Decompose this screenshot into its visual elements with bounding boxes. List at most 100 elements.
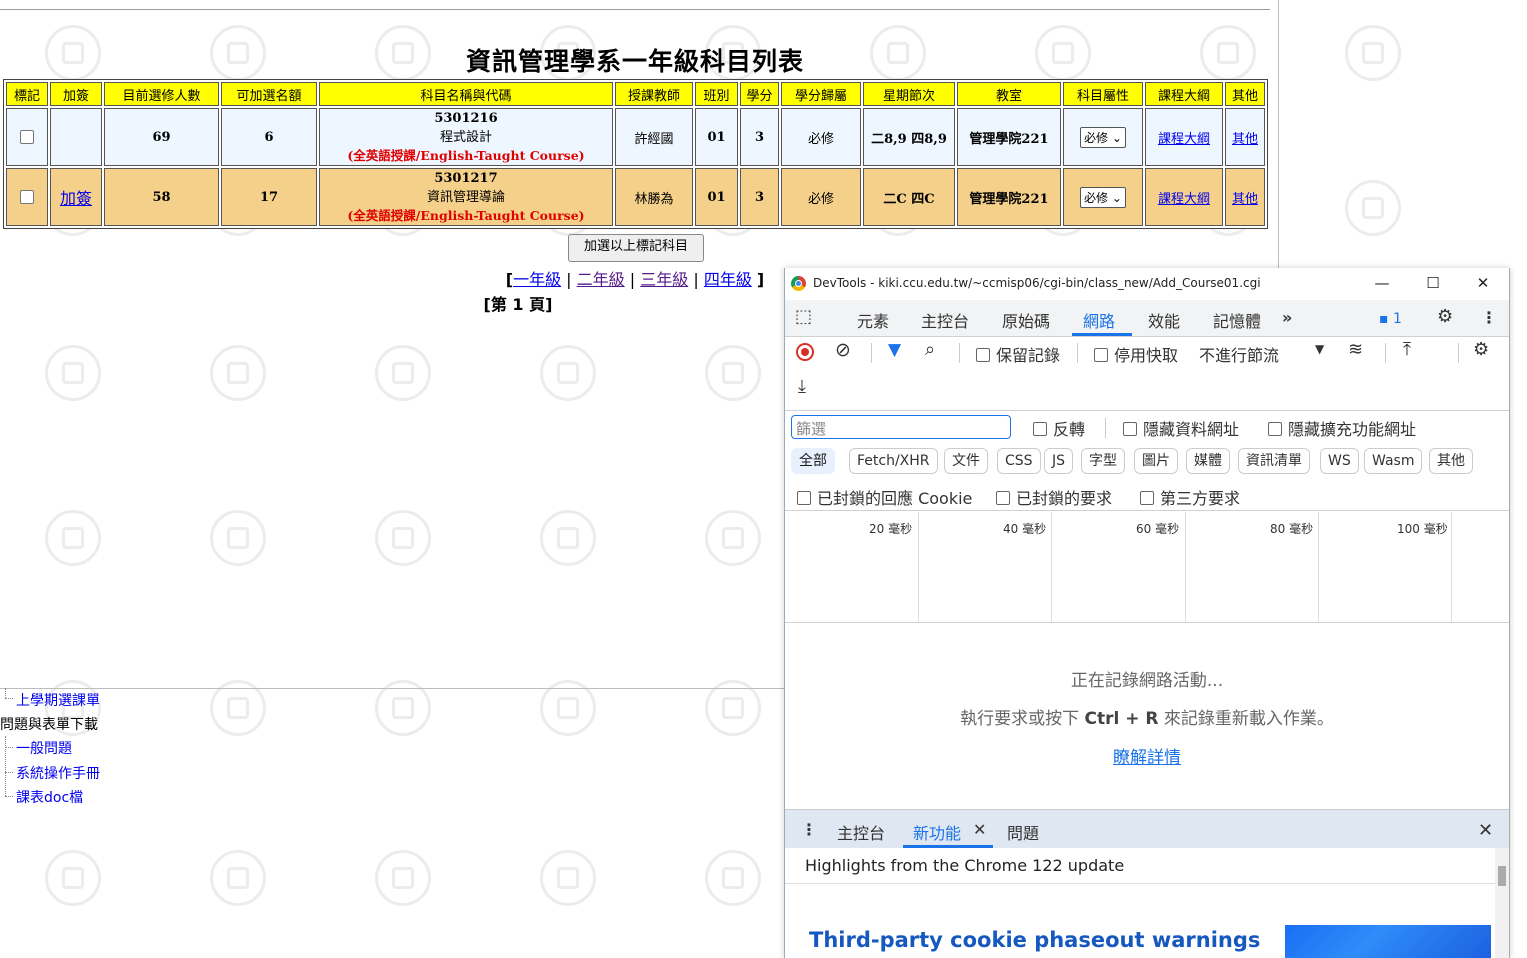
timeline-gridline <box>918 512 919 622</box>
more-tabs-icon[interactable]: » <box>1282 308 1292 327</box>
tree-line <box>5 736 6 796</box>
tab-memory[interactable]: 記憶體 <box>1213 308 1261 332</box>
timeline-label: 100 毫秒 <box>1397 522 1448 536</box>
maximize-icon[interactable]: ☐ <box>1423 274 1443 292</box>
classroom: 管理學院221 <box>957 168 1061 226</box>
drawer-tab-console[interactable]: 主控台 <box>837 820 885 844</box>
watermark-emblem <box>45 850 101 906</box>
search-icon[interactable]: ⌕ <box>925 339 935 360</box>
filter-input[interactable]: 篩選 <box>791 415 1011 439</box>
recording-hint: 執行要求或按下 Ctrl + R 來記錄重新載入作業。 <box>960 709 1334 729</box>
drawer-tab-issues[interactable]: 問題 <box>1007 820 1039 844</box>
credit: 3 <box>740 108 779 166</box>
syllabus-link[interactable]: 課程大綱 <box>1158 132 1210 147</box>
type-filter-fetch[interactable]: Fetch/XHR <box>849 448 938 474</box>
issues-badge[interactable]: ▪ 1 <box>1379 311 1402 327</box>
col-header: 其他 <box>1225 82 1265 106</box>
close-tab-icon[interactable]: ✕ <box>973 820 986 839</box>
mark-checkbox[interactable] <box>20 190 34 204</box>
course-attr-select[interactable]: 必修 ⌄ <box>1080 186 1126 208</box>
teacher: 林勝為 <box>615 168 693 226</box>
syllabus-link[interactable]: 課程大綱 <box>1158 192 1210 207</box>
filter-icon[interactable]: ▼ <box>888 340 901 360</box>
learn-more-link[interactable]: 瞭解詳情 <box>785 743 1509 768</box>
timeline-gridline <box>1185 512 1186 622</box>
col-header: 科目屬性 <box>1063 82 1143 106</box>
tree-item-faq[interactable]: 一般問題 <box>16 738 72 758</box>
tree-line <box>5 698 13 699</box>
course-name-cell: 5301216 程式設計 (全英語授課/English-Taught Cours… <box>319 108 613 166</box>
whats-new-image <box>1285 925 1491 958</box>
type-filter-other[interactable]: 其他 <box>1429 448 1473 474</box>
throttle-select[interactable]: 不進行節流 <box>1199 342 1279 366</box>
english-taught-note: (全英語授課/English-Taught Course) <box>347 207 585 223</box>
enrolled-count: 69 <box>104 108 219 166</box>
add-marked-courses-button[interactable]: 加選以上標記科目 <box>568 234 704 262</box>
type-filter-ws[interactable]: WS <box>1320 448 1359 474</box>
watermark-emblem <box>705 850 761 906</box>
network-conditions-icon[interactable]: ≋ <box>1348 339 1363 360</box>
type-filter-manifest[interactable]: 資訊清單 <box>1238 448 1310 474</box>
close-icon[interactable]: ✕ <box>1473 274 1493 292</box>
clear-icon[interactable]: ⊘ <box>835 339 851 361</box>
tree-section-forms[interactable]: 問題與表單下載 <box>0 714 98 734</box>
timeline-label: 80 毫秒 <box>1270 522 1314 536</box>
grade-link-3[interactable]: 三年級 <box>640 270 688 289</box>
other-link[interactable]: 其他 <box>1232 132 1258 147</box>
whats-new-panel: Highlights from the Chrome 122 update Th… <box>785 848 1495 958</box>
drawer-tab-whats-new[interactable]: 新功能 <box>913 820 961 844</box>
type-filter-font[interactable]: 字型 <box>1081 448 1125 474</box>
type-filter-media[interactable]: 媒體 <box>1186 448 1230 474</box>
record-stop-icon[interactable] <box>796 343 814 361</box>
teacher: 許經國 <box>615 108 693 166</box>
tab-performance[interactable]: 效能 <box>1148 308 1180 332</box>
type-filter-all[interactable]: 全部 <box>791 448 835 474</box>
preserve-log-checkbox[interactable]: 保留記錄 <box>976 342 1060 366</box>
more-menu-icon[interactable]: ⋮ <box>1481 308 1497 327</box>
tree-item-schedule-doc[interactable]: 課表doc檔 <box>16 787 83 807</box>
tab-elements[interactable]: 元素 <box>857 308 889 332</box>
type-filter-img[interactable]: 圖片 <box>1134 448 1178 474</box>
course-attr-select[interactable]: 必修 ⌄ <box>1080 126 1126 148</box>
add-sign-link[interactable]: 加簽 <box>60 189 92 208</box>
grade-link-1[interactable]: 一年級 <box>513 270 561 289</box>
chevron-down-icon[interactable]: ▼ <box>1315 342 1324 356</box>
grade-link-4[interactable]: 四年級 <box>704 270 752 289</box>
type-filter-css[interactable]: CSS <box>997 448 1041 474</box>
export-har-icon[interactable]: ⤓ <box>798 376 806 397</box>
devtools-titlebar: DevTools - kiki.ccu.edu.tw/~ccmisp06/cgi… <box>785 268 1509 300</box>
third-party-checkbox[interactable]: 第三方要求 <box>1140 485 1240 509</box>
page-title: 資訊管理學系一年級科目列表 <box>465 47 804 76</box>
type-filter-wasm[interactable]: Wasm <box>1364 448 1423 474</box>
tree-item-last-semester[interactable]: 上學期選課單 <box>16 690 100 710</box>
drawer-menu-icon[interactable]: ⋮ <box>801 820 817 839</box>
scrollbar[interactable] <box>1495 848 1509 958</box>
drawer-tabs: ⋮ 主控台 新功能 ✕ 問題 ✕ <box>785 809 1509 848</box>
settings-icon[interactable]: ⚙ <box>1437 306 1453 327</box>
hide-extension-urls-checkbox[interactable]: 隱藏擴充功能網址 <box>1268 416 1416 440</box>
tree-line <box>5 688 6 698</box>
classroom: 管理學院221 <box>957 108 1061 166</box>
mark-checkbox[interactable] <box>20 130 34 144</box>
other-link[interactable]: 其他 <box>1232 192 1258 207</box>
tree-item-manual[interactable]: 系統操作手冊 <box>16 763 100 783</box>
close-drawer-icon[interactable]: ✕ <box>1478 820 1493 841</box>
blocked-cookies-checkbox[interactable]: 已封鎖的回應 Cookie <box>797 485 972 509</box>
type-filter-doc[interactable]: 文件 <box>944 448 988 474</box>
disable-cache-checkbox[interactable]: 停用快取 <box>1094 342 1178 366</box>
tab-network[interactable]: 網路 <box>1083 308 1115 332</box>
tab-console[interactable]: 主控台 <box>921 308 969 332</box>
inspect-icon[interactable]: ⬚ <box>795 306 812 327</box>
divider <box>785 883 1495 884</box>
col-header: 班別 <box>695 82 738 106</box>
tab-sources[interactable]: 原始碼 <box>1002 308 1050 332</box>
hide-data-urls-checkbox[interactable]: 隱藏資料網址 <box>1123 416 1239 440</box>
import-har-icon[interactable]: ⤒ <box>1403 339 1411 360</box>
network-settings-icon[interactable]: ⚙ <box>1473 339 1489 360</box>
type-filter-js[interactable]: JS <box>1044 448 1074 474</box>
minimize-icon[interactable]: — <box>1372 274 1392 292</box>
grade-link-2[interactable]: 二年級 <box>577 270 625 289</box>
blocked-requests-checkbox[interactable]: 已封鎖的要求 <box>996 485 1112 509</box>
invert-checkbox[interactable]: 反轉 <box>1033 416 1085 440</box>
whats-new-article-title[interactable]: Third-party cookie phaseout warnings <box>809 928 1260 952</box>
